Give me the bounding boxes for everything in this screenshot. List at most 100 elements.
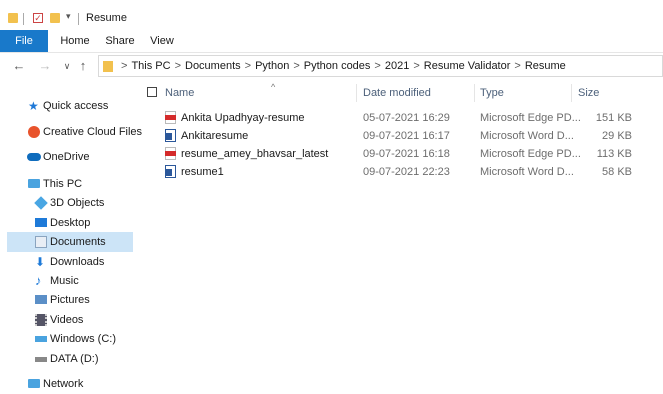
sidebar-item-label: 3D Objects [50, 197, 105, 209]
sidebar-item-desktop[interactable]: Desktop [0, 213, 133, 233]
column-header-label: Name [165, 87, 195, 99]
column-header-name[interactable]: Name ^ [165, 82, 355, 104]
file-size: 29 KB [602, 130, 632, 142]
breadcrumb: > This PC > Documents > Python > Python codes >2… [117, 59, 566, 74]
tab-share[interactable]: Share [102, 30, 138, 52]
back-arrow-icon[interactable]: ← [12, 57, 26, 75]
tab-file[interactable]: File [0, 30, 48, 52]
file-size: 58 KB [602, 166, 632, 178]
file-size: 113 KB [596, 148, 632, 160]
file-type: Microsoft Edge PD... [480, 112, 581, 124]
file-row[interactable]: Ankitaresume 09-07-2021 16:17 Microsoft … [140, 127, 663, 145]
film-icon [35, 314, 47, 326]
download-icon: ⬇ [35, 255, 46, 269]
file-size: 151 KB [595, 112, 632, 124]
breadcrumb-separator[interactable]: > [289, 60, 303, 72]
sidebar-item-label: Quick access [43, 100, 109, 112]
sidebar-item-quick-access[interactable]: ★ Quick access [0, 96, 133, 116]
breadcrumb-separator[interactable]: > [370, 60, 384, 72]
breadcrumb-separator[interactable]: > [171, 60, 185, 72]
navigation-bar: ← → ∨ ↑ > This PC > Documents > Python > Python… [0, 53, 663, 79]
sidebar-item-downloads[interactable]: ⬇ Downloads [0, 252, 133, 272]
file-name: Ankitaresume [181, 130, 249, 142]
desktop-icon [35, 218, 47, 227]
address-bar[interactable]: > This PC > Documents > Python > Python codes >2… [98, 55, 663, 77]
tab-view[interactable]: View [146, 30, 178, 52]
drive-icon [35, 357, 47, 362]
sidebar-item-label: Music [50, 275, 79, 287]
sidebar-item-label: Network [43, 378, 84, 390]
sidebar-item-3d-objects[interactable]: 3D Objects [0, 193, 133, 213]
column-divider[interactable] [571, 84, 572, 102]
title-bar: ✓ ▾ Resume [0, 0, 663, 30]
column-header-size[interactable]: Size [578, 82, 638, 104]
network-icon [28, 379, 40, 388]
folder-icon [8, 13, 18, 23]
recent-locations-chevron-icon[interactable]: ∨ [60, 57, 74, 75]
breadcrumb-this-pc[interactable]: This PC [131, 60, 170, 72]
picture-icon [35, 295, 47, 304]
column-header-type[interactable]: Type [480, 82, 570, 104]
word-file-icon [165, 165, 176, 178]
file-row[interactable]: Ankita Upadhyay-resume 05-07-2021 16:29 … [140, 109, 663, 127]
column-header-date-modified[interactable]: Date modified [363, 82, 473, 104]
folder-icon [103, 61, 113, 72]
quick-access-dropdown-icon[interactable]: ▾ [66, 11, 71, 22]
sidebar-item-data-d[interactable]: DATA (D:) [0, 349, 133, 369]
sidebar-item-label: This PC [43, 178, 83, 190]
breadcrumb-resume-validator[interactable]: Resume Validator [424, 60, 511, 72]
ribbon-tabs: File Home Share View [0, 30, 663, 53]
sidebar-item-label: DATA (D:) [50, 353, 99, 365]
sidebar-item-network[interactable]: Network [0, 374, 133, 394]
sidebar-item-label: Windows (C:) [50, 333, 117, 345]
sidebar-item-windows-c[interactable]: Windows (C:) [0, 329, 133, 349]
word-file-icon [165, 129, 176, 142]
select-all-checkbox[interactable] [147, 87, 157, 97]
sidebar-item-pictures[interactable]: Pictures [0, 290, 133, 310]
column-divider[interactable] [356, 84, 357, 102]
file-date-modified: 09-07-2021 16:17 [363, 130, 450, 142]
file-date-modified: 09-07-2021 16:18 [363, 148, 450, 160]
sidebar-item-music[interactable]: ♪ Music [0, 271, 133, 291]
file-type: Microsoft Word D... [480, 130, 574, 142]
breadcrumb-separator[interactable]: > [510, 60, 524, 72]
file-row[interactable]: resume1 09-07-2021 22:23 Microsoft Word … [140, 163, 663, 181]
sidebar-item-documents[interactable]: Documents [7, 232, 133, 252]
sidebar-item-onedrive[interactable]: OneDrive [0, 147, 133, 167]
file-name: resume_amey_bhavsar_latest [181, 148, 329, 160]
column-divider[interactable] [474, 84, 475, 102]
breadcrumb-separator: > [121, 60, 128, 72]
computer-icon [28, 179, 40, 188]
breadcrumb-python[interactable]: Python [255, 60, 289, 72]
breadcrumb-2021[interactable]: 2021 [385, 60, 409, 72]
pdf-file-icon [165, 147, 176, 160]
sidebar-item-videos[interactable]: Videos [0, 310, 133, 330]
forward-arrow-icon[interactable]: → [38, 57, 52, 75]
file-row[interactable]: resume_amey_bhavsar_latest 09-07-2021 16… [140, 145, 663, 163]
divider [78, 13, 79, 25]
sidebar-item-label: Downloads [50, 256, 105, 268]
document-icon [35, 236, 47, 248]
sidebar-item-this-pc[interactable]: This PC [0, 174, 133, 194]
breadcrumb-documents[interactable]: Documents [185, 60, 241, 72]
sidebar-item-label: Creative Cloud Files [43, 126, 143, 138]
sidebar-item-label: Videos [50, 314, 84, 326]
file-type: Microsoft Word D... [480, 166, 574, 178]
tab-home[interactable]: Home [56, 30, 94, 52]
sidebar-item-label: OneDrive [43, 151, 90, 163]
sidebar-item-creative-cloud-files[interactable]: Creative Cloud Files [0, 122, 142, 142]
breadcrumb-separator[interactable]: > [409, 60, 423, 72]
file-name: Ankita Upadhyay-resume [181, 112, 305, 124]
sidebar-item-label: Documents [50, 236, 106, 248]
pdf-file-icon [165, 111, 176, 124]
new-folder-icon[interactable] [50, 13, 60, 23]
breadcrumb-separator[interactable]: > [241, 60, 255, 72]
breadcrumb-python-codes[interactable]: Python codes [304, 60, 371, 72]
breadcrumb-resume[interactable]: Resume [525, 60, 566, 72]
up-arrow-icon[interactable]: ↑ [76, 57, 90, 75]
window-title: Resume [86, 12, 127, 24]
properties-icon[interactable]: ✓ [33, 13, 43, 23]
sidebar-item-label: Desktop [50, 217, 91, 229]
sort-ascending-icon: ^ [271, 82, 276, 92]
file-name: resume1 [181, 166, 224, 178]
